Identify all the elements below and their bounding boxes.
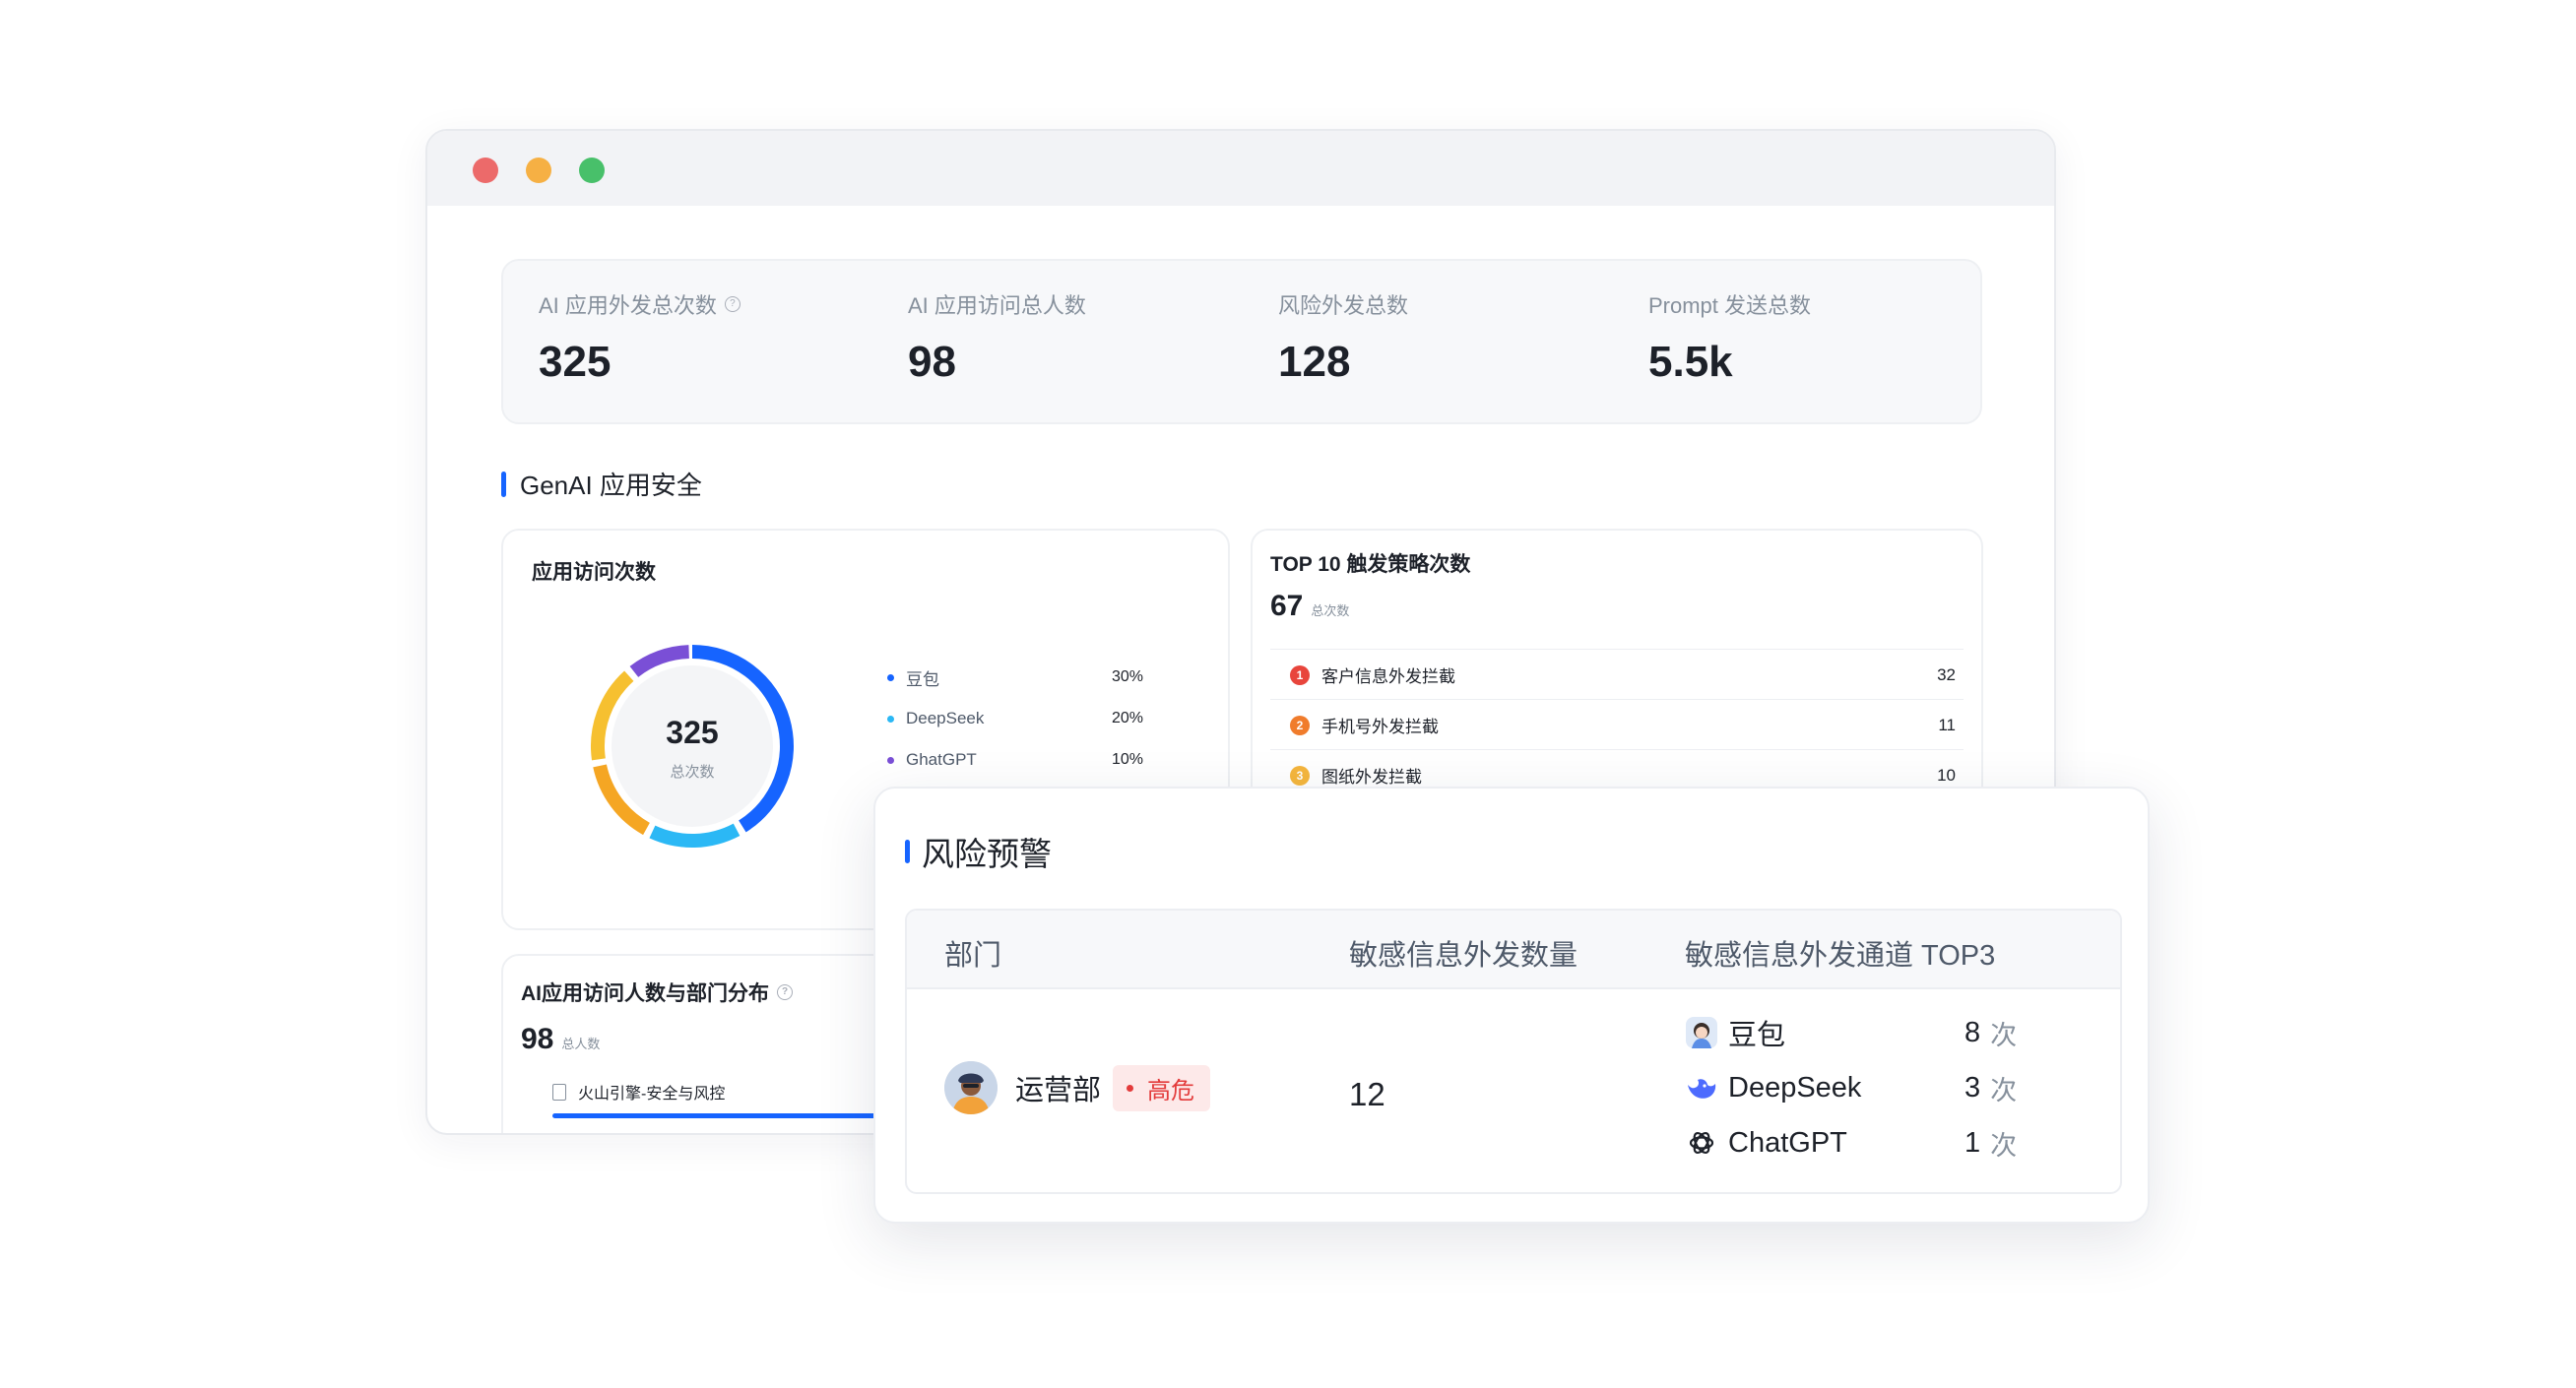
dept-total-label: 总人数 — [561, 1037, 601, 1051]
risk-alert-card: 风险预警 部门 敏感信息外发数量 敏感信息外发通道 TOP3 运营部 高危 12… — [873, 787, 2150, 1224]
top-policies-card: TOP 10 触发策略次数 67 总次数 1 客户信息外发拦截 32 2 手机号… — [1251, 529, 1983, 828]
policy-count: 32 — [1937, 664, 1956, 684]
stats-panel: AI 应用外发总次数? 325 AI 应用访问总人数 98 风险外发总数 128… — [501, 259, 1982, 424]
legend-percent: 20% — [1111, 710, 1143, 726]
legend-item[interactable]: 豆包 30% — [887, 657, 1143, 698]
document-icon — [552, 1083, 566, 1101]
donut-segment[interactable] — [649, 823, 741, 848]
top-total: 67 总次数 — [1270, 590, 1349, 623]
legend-dot — [887, 673, 894, 681]
risk-level-badge: 高危 — [1113, 1064, 1211, 1111]
legend-name: GhatGPT — [906, 750, 977, 769]
dept-total-value: 98 — [521, 1023, 554, 1055]
top-total-value: 67 — [1270, 590, 1304, 622]
risk-table: 部门 敏感信息外发数量 敏感信息外发通道 TOP3 运营部 高危 12 豆包 8… — [905, 909, 2122, 1194]
stat-label: AI 应用外发总次数 — [539, 293, 717, 318]
dept-row-label: 火山引擎-安全与风控 — [578, 1086, 726, 1103]
stat-risk-outbound-total: 风险外发总数 128 — [1278, 288, 1408, 387]
help-icon[interactable]: ? — [777, 984, 793, 1000]
legend-percent: 30% — [1111, 668, 1143, 685]
policy-row[interactable]: 2 手机号外发拦截 11 — [1270, 699, 1964, 750]
dept-total: 98 总人数 — [521, 1023, 600, 1056]
legend-dot — [887, 756, 894, 764]
legend-percent: 10% — [1111, 751, 1143, 768]
stat-prompt-total: Prompt 发送总数 5.5k — [1648, 288, 1811, 387]
policy-name: 图纸外发拦截 — [1321, 768, 1422, 787]
top-total-label: 总次数 — [1311, 603, 1350, 618]
stat-ai-outbound-total: AI 应用外发总次数? 325 — [539, 288, 741, 387]
rank-badge: 2 — [1290, 715, 1310, 735]
channel-count: 8 — [1964, 1016, 1981, 1048]
stat-value: 98 — [908, 338, 956, 386]
channel-item: ChatGPT 1 次 — [1685, 1123, 2039, 1163]
rank-badge: 3 — [1290, 765, 1310, 786]
dept-row[interactable]: 火山引擎-安全与风控 — [552, 1080, 725, 1104]
stat-value: 128 — [1278, 338, 1351, 386]
risk-card-title: 风险预警 — [905, 828, 1052, 875]
close-window-button[interactable] — [473, 158, 498, 183]
policy-count: 11 — [1938, 715, 1956, 734]
stat-value: 5.5k — [1648, 338, 1733, 386]
sensitive-count: 12 — [1349, 1076, 1385, 1112]
channel-count: 1 — [1964, 1126, 1981, 1159]
legend-item[interactable]: GhatGPT 10% — [887, 739, 1143, 781]
channel-item: DeepSeek 3 次 — [1685, 1068, 2039, 1107]
chatgpt-icon — [1685, 1126, 1718, 1160]
legend-name: 豆包 — [906, 669, 939, 689]
channel-name: ChatGPT — [1728, 1126, 1847, 1159]
stat-label: AI 应用访问总人数 — [908, 293, 1086, 318]
dept-progress-bar — [552, 1113, 877, 1118]
channel-name: 豆包 — [1728, 1020, 1786, 1051]
minimize-window-button[interactable] — [526, 158, 551, 183]
rank-badge: 1 — [1290, 664, 1310, 685]
channel-name: DeepSeek — [1728, 1071, 1862, 1104]
policy-row[interactable]: 1 客户信息外发拦截 32 — [1270, 649, 1964, 700]
channel-unit: 次 — [1990, 1130, 2018, 1161]
dept-cell: 运营部 高危 — [944, 1061, 1211, 1114]
column-header-count: 敏感信息外发数量 — [1349, 940, 1578, 972]
stat-ai-visitors-total: AI 应用访问总人数 98 — [908, 288, 1086, 387]
maximize-window-button[interactable] — [579, 158, 605, 183]
card-title: AI应用访问人数与部门分布 ? — [521, 978, 793, 1007]
legend-name: DeepSeek — [906, 709, 985, 727]
channel-item: 豆包 8 次 — [1685, 1013, 2039, 1052]
legend-dot — [887, 715, 894, 723]
legend-item[interactable]: DeepSeek 20% — [887, 698, 1143, 739]
stat-label: Prompt 发送总数 — [1648, 293, 1812, 318]
card-title-text: AI应用访问人数与部门分布 — [521, 982, 769, 1005]
channel-count: 3 — [1964, 1071, 1981, 1104]
donut-legend: 豆包 30% DeepSeek 20% GhatGPT 10% — [887, 657, 1143, 781]
section-title-text: GenAI 应用安全 — [520, 471, 702, 500]
title-accent-bar — [905, 840, 910, 863]
channel-unit: 次 — [1990, 1020, 2018, 1050]
policy-name: 手机号外发拦截 — [1321, 718, 1439, 736]
deepseek-icon — [1685, 1071, 1718, 1104]
policy-count: 10 — [1937, 765, 1956, 785]
risk-card-title-text: 风险预警 — [922, 836, 1052, 872]
card-title: 应用访问次数 — [532, 561, 656, 584]
policy-name: 客户信息外发拦截 — [1321, 667, 1455, 686]
title-accent-bar — [501, 471, 506, 497]
card-title: TOP 10 触发策略次数 — [1270, 553, 1471, 576]
table-header: 部门 敏感信息外发数量 敏感信息外发通道 TOP3 — [907, 911, 2120, 989]
donut-total-value: 325 — [666, 715, 719, 750]
donut-center: 325 总次数 — [613, 715, 771, 782]
window-titlebar — [427, 131, 2054, 206]
donut-total-label: 总次数 — [670, 764, 715, 781]
column-header-channels: 敏感信息外发通道 TOP3 — [1685, 940, 1996, 972]
risk-level-text: 高危 — [1147, 1077, 1195, 1104]
channel-unit: 次 — [1990, 1075, 2018, 1105]
dept-name: 运营部 — [1015, 1075, 1102, 1106]
column-header-dept: 部门 — [944, 940, 1002, 972]
stat-value: 325 — [539, 338, 612, 386]
badge-dot — [1127, 1084, 1134, 1092]
section-title: GenAI 应用安全 — [501, 466, 702, 502]
doubao-icon — [1685, 1016, 1718, 1049]
stat-label: 风险外发总数 — [1278, 293, 1409, 318]
avatar — [944, 1061, 998, 1114]
help-icon[interactable]: ? — [724, 296, 741, 312]
